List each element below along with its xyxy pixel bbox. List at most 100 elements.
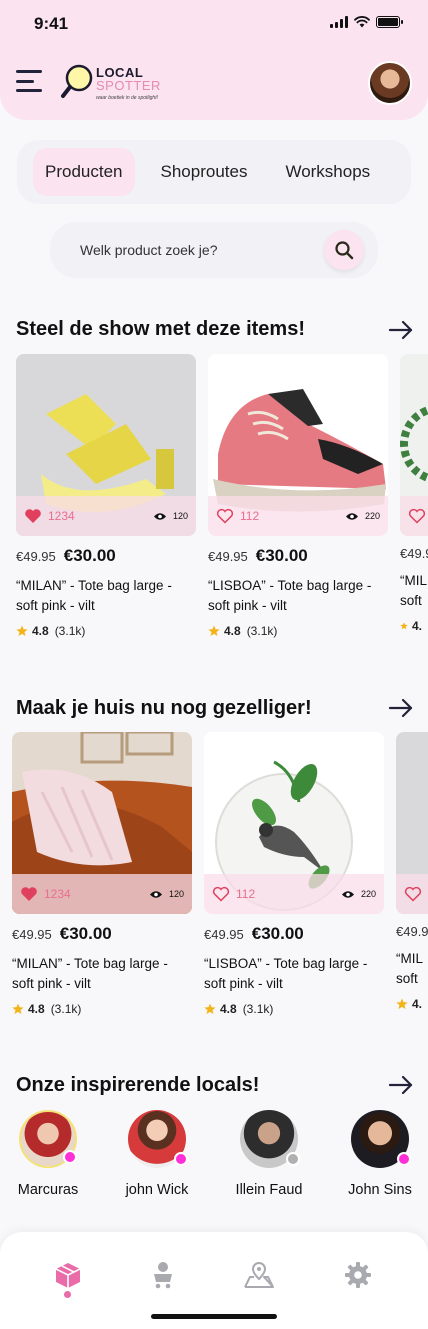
product-card[interactable]: 112 220 €49.95 €30.00 “LISBOA” - Tote ba…	[208, 354, 388, 638]
likes-count: 1234	[48, 509, 75, 523]
heart-outline-icon[interactable]	[404, 886, 422, 902]
rating-value: 4.8	[28, 1002, 45, 1016]
nav-products[interactable]	[51, 1258, 85, 1292]
views-count: 220	[360, 889, 376, 899]
star-icon	[400, 622, 408, 630]
star-icon	[204, 1003, 216, 1014]
rating-row: 4.	[400, 619, 428, 633]
review-count: (3.1k)	[50, 1002, 82, 1016]
category-tabs: Producten Shoproutes Workshops	[17, 140, 411, 204]
rating-row: 4.8 (3.1k)	[16, 624, 196, 638]
heart-filled-icon[interactable]	[20, 886, 38, 902]
heart-outline-icon[interactable]	[212, 886, 230, 902]
product-name[interactable]: “MILAN” - Tote bag large - soft pink - v…	[12, 954, 192, 994]
star-icon	[16, 625, 28, 636]
arrow-right-icon[interactable]	[388, 698, 414, 718]
local-name: john Wick	[125, 1182, 189, 1198]
old-price: €49.95	[12, 927, 52, 942]
heart-filled-icon[interactable]	[24, 508, 42, 524]
section-title: Onze inspirerende locals!	[16, 1074, 260, 1096]
person-cart-icon	[154, 1262, 172, 1289]
rating-value: 4.8	[220, 1002, 237, 1016]
heart-outline-icon[interactable]	[216, 508, 234, 524]
arrow-right-icon[interactable]	[388, 1075, 414, 1095]
old-price: €49.9	[396, 924, 428, 939]
price-row: €49.9	[396, 924, 428, 939]
likes-count: 112	[240, 509, 260, 523]
logo[interactable]: LOCAL SPOTTER waar boetiek in de spotlig…	[96, 66, 161, 105]
price-row: €49.95 €30.00	[16, 546, 196, 566]
avatar[interactable]	[19, 1110, 77, 1168]
product-image-bird-plate[interactable]: 112 220	[204, 732, 384, 914]
tab-workshops[interactable]: Workshops	[273, 148, 382, 196]
price-row: €49.95 €30.00	[204, 924, 384, 944]
profile-avatar[interactable]	[368, 61, 412, 105]
product-card-footer: 1234 120	[12, 874, 192, 914]
product-image-partial[interactable]	[396, 732, 428, 914]
product-name[interactable]: “MIL soft	[400, 571, 428, 611]
arrow-right-icon[interactable]	[388, 320, 414, 340]
nav-shoproutes[interactable]	[146, 1258, 180, 1292]
product-card[interactable]: 1234 120 €49.95 €30.00 “MILAN” - Tote ba…	[12, 732, 192, 1016]
avatar[interactable]	[351, 1110, 411, 1168]
rating-row: 4.8 (3.1k)	[208, 624, 388, 638]
product-card[interactable]: 112 220 €49.95 €30.00 “LISBOA” - Tote ba…	[204, 732, 384, 1016]
product-image-yellow-sandals[interactable]: 1234 120	[16, 354, 196, 536]
online-status-dot	[63, 1150, 77, 1164]
product-card-footer: 112 220	[208, 496, 388, 536]
product-card[interactable]: €49.9 “MIL soft 4.	[400, 354, 428, 633]
nav-map[interactable]	[242, 1258, 276, 1292]
heart-outline-icon[interactable]	[408, 508, 426, 524]
likes-count: 112	[236, 887, 256, 901]
rating-value: 4.8	[224, 624, 241, 638]
review-count: (3.1k)	[54, 624, 86, 638]
local-profile[interactable]: John Sins	[332, 1110, 428, 1198]
eye-icon	[341, 890, 354, 898]
local-profile[interactable]: Illein Faud	[221, 1110, 317, 1198]
search-input[interactable]	[80, 238, 310, 262]
avatar[interactable]	[240, 1110, 300, 1168]
online-status-dot	[174, 1152, 188, 1166]
wifi-icon	[354, 16, 370, 28]
app-header: 9:41 LOCAL SPOTTER waar boetiek in de sp…	[0, 0, 428, 120]
local-profile[interactable]: john Wick	[109, 1110, 205, 1198]
product-image-sofa-blanket[interactable]: 1234 120	[12, 732, 192, 914]
tab-shoproutes[interactable]: Shoproutes	[149, 148, 260, 196]
product-name[interactable]: “MIL soft	[396, 949, 428, 989]
price: €30.00	[251, 924, 304, 943]
section-title: Maak je huis nu nog gezelliger!	[16, 697, 312, 719]
package-icon	[55, 1263, 81, 1288]
product-image-partial[interactable]	[400, 354, 428, 536]
views-count: 220	[364, 511, 380, 521]
star-icon	[12, 1003, 24, 1014]
product-card[interactable]: 1234 120 €49.95 €30.00 “MILAN” - Tote ba…	[16, 354, 196, 638]
product-card-footer	[400, 496, 428, 536]
likes-count: 1234	[44, 887, 71, 901]
review-count: (3.1k)	[246, 624, 278, 638]
gear-icon	[345, 1262, 371, 1288]
tab-producten[interactable]: Producten	[33, 148, 135, 196]
local-name: John Sins	[348, 1182, 412, 1198]
nav-settings[interactable]	[341, 1258, 375, 1292]
product-name[interactable]: “MILAN” - Tote bag large - soft pink - v…	[16, 576, 196, 616]
price-row: €49.95 €30.00	[208, 546, 388, 566]
product-card[interactable]: €49.9 “MIL soft 4.	[396, 732, 428, 1011]
status-time: 9:41	[34, 14, 69, 33]
bottom-navigation	[0, 1232, 428, 1329]
views: 120	[153, 511, 188, 521]
local-profile[interactable]: Marcuras	[0, 1110, 96, 1198]
home-indicator[interactable]	[151, 1314, 277, 1319]
product-name[interactable]: “LISBOA” - Tote bag large - soft pink - …	[204, 954, 384, 994]
signal-icon	[330, 16, 348, 28]
search-button[interactable]	[324, 230, 364, 270]
rating-value: 4.	[411, 997, 422, 1011]
product-name[interactable]: “LISBOA” - Tote bag large - soft pink - …	[208, 576, 388, 616]
avatar[interactable]	[128, 1110, 188, 1168]
hamburger-menu-button[interactable]	[16, 70, 42, 92]
old-price: €49.9	[400, 546, 428, 561]
rating-row: 4.8 (3.1k)	[12, 1002, 192, 1016]
rating-value: 4.	[411, 619, 422, 633]
rating-row: 4.8 (3.1k)	[204, 1002, 384, 1016]
product-image-pink-sneaker[interactable]: 112 220	[208, 354, 388, 536]
search-icon	[335, 241, 354, 260]
